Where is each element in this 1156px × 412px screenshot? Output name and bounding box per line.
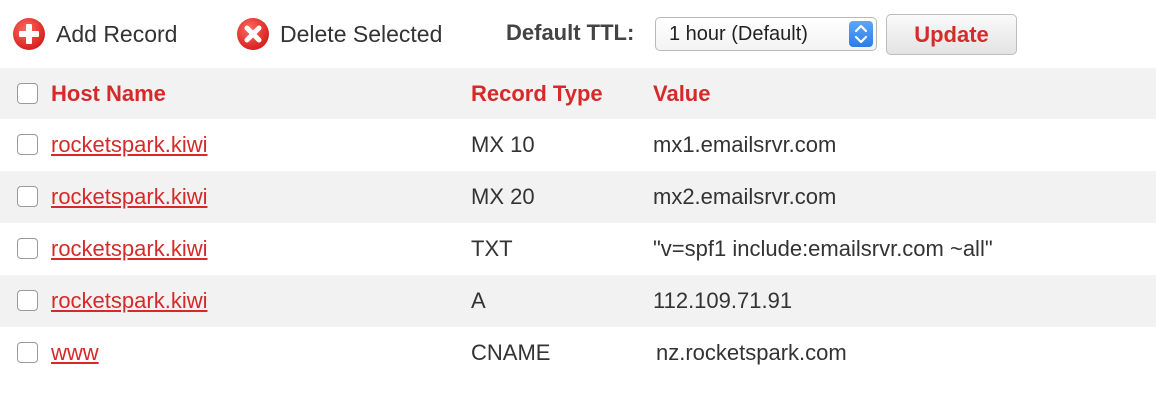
ttl-selected-value: 1 hour (Default) — [669, 23, 808, 45]
toolbar: Add Record Delete Selected Default TTL: … — [0, 0, 1156, 68]
x-circle-icon — [236, 17, 270, 51]
select-all-checkbox[interactable] — [17, 83, 38, 104]
record-value-cell: 112.109.71.91 — [653, 288, 793, 313]
add-record-button[interactable]: Add Record — [12, 14, 177, 54]
table-row: rocketspark.kiwi MX 20 mx2.emailsrvr.com — [0, 171, 1156, 223]
record-type-cell: MX 20 — [471, 184, 535, 209]
table-row: rocketspark.kiwi A 112.109.71.91 — [0, 275, 1156, 327]
plus-circle-icon — [12, 17, 46, 51]
record-value-cell: mx2.emailsrvr.com — [653, 184, 837, 209]
row-checkbox[interactable] — [17, 290, 38, 311]
header-value: Value — [653, 80, 711, 106]
record-value-cell: nz.rocketspark.com — [656, 340, 847, 365]
row-checkbox[interactable] — [17, 342, 38, 363]
table-row: www CNAME nz.rocketspark.com — [0, 327, 1156, 379]
host-name-link[interactable]: rocketspark.kiwi — [51, 288, 207, 314]
updown-arrows-icon — [849, 21, 873, 47]
header-record-type: Record Type — [471, 80, 603, 106]
host-name-link[interactable]: www — [51, 340, 99, 366]
row-checkbox[interactable] — [17, 186, 38, 207]
record-value-cell: "v=spf1 include:emailsrvr.com ~all" — [653, 236, 993, 261]
row-checkbox[interactable] — [17, 238, 38, 259]
row-checkbox[interactable] — [17, 134, 38, 155]
table-header-row: Host Name Record Type Value — [0, 68, 1156, 119]
host-name-link[interactable]: rocketspark.kiwi — [51, 184, 207, 210]
header-host-name: Host Name — [51, 80, 166, 106]
default-ttl-label: Default TTL: — [506, 20, 635, 45]
default-ttl-select[interactable]: 1 hour (Default) — [655, 17, 877, 51]
dns-records-table: Host Name Record Type Value rocketspark.… — [0, 68, 1156, 379]
delete-selected-button[interactable]: Delete Selected — [236, 14, 442, 54]
record-type-cell: CNAME — [471, 340, 551, 365]
host-name-link[interactable]: rocketspark.kiwi — [51, 132, 207, 158]
record-type-cell: MX 10 — [471, 132, 535, 157]
host-name-link[interactable]: rocketspark.kiwi — [51, 236, 207, 262]
delete-selected-label: Delete Selected — [280, 20, 443, 47]
table-row: rocketspark.kiwi MX 10 mx1.emailsrvr.com — [0, 119, 1156, 171]
record-type-cell: TXT — [471, 236, 513, 261]
update-button[interactable]: Update — [886, 14, 1017, 55]
record-type-cell: A — [471, 288, 486, 313]
record-value-cell: mx1.emailsrvr.com — [653, 132, 837, 157]
table-row: rocketspark.kiwi TXT "v=spf1 include:ema… — [0, 223, 1156, 275]
add-record-label: Add Record — [56, 20, 178, 47]
